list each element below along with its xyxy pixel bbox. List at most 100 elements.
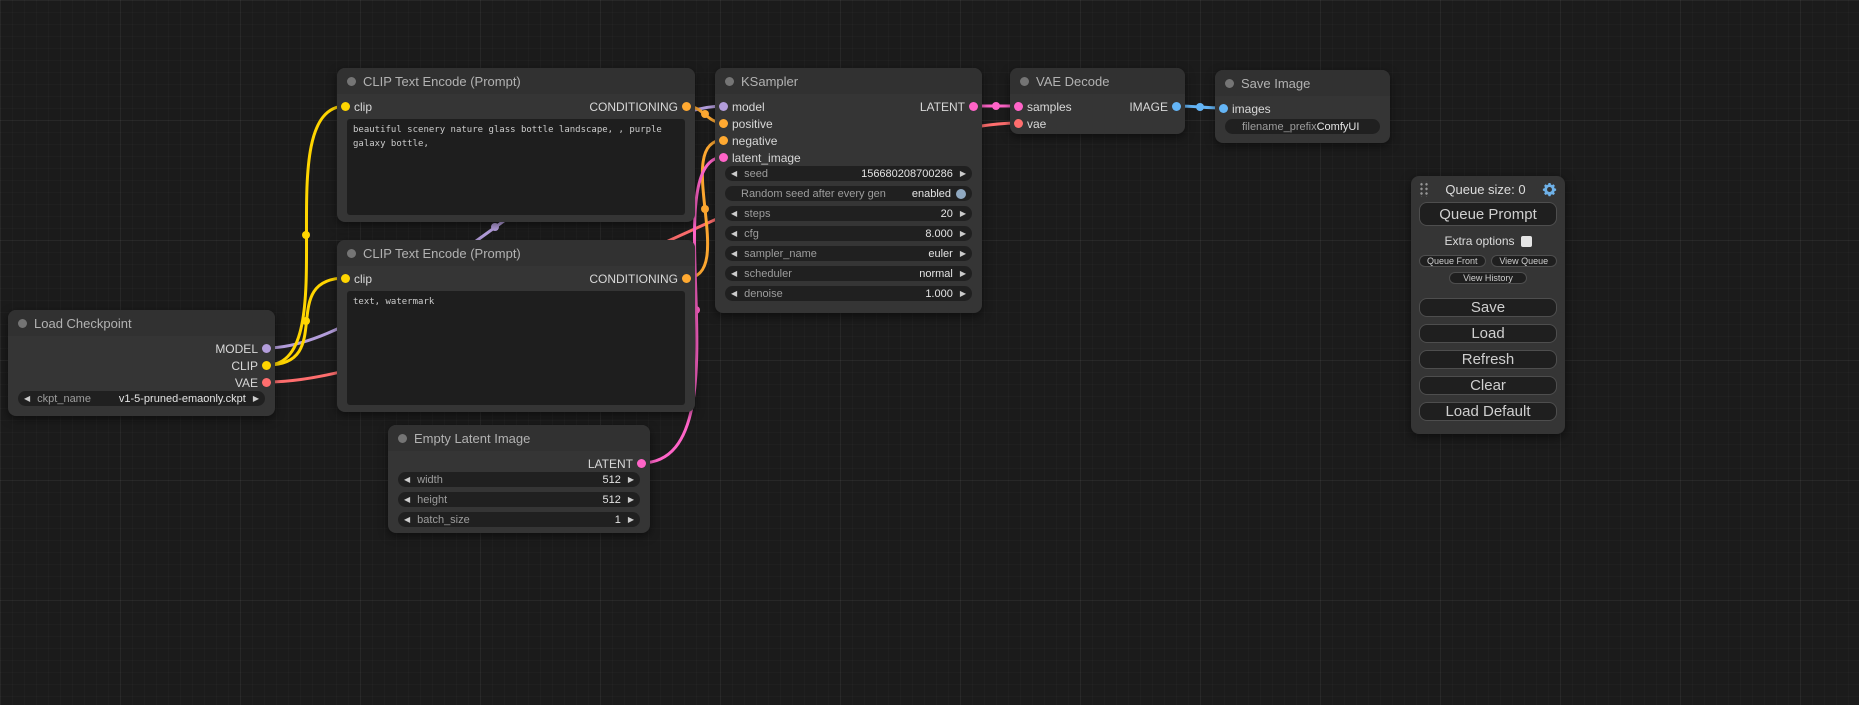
node-ksampler[interactable]: KSampler model LATENT positive negative … xyxy=(715,68,982,313)
node-clip-text-encode-negative[interactable]: CLIP Text Encode (Prompt) clip CONDITION… xyxy=(337,240,695,412)
vae-decode-titlebar[interactable]: VAE Decode xyxy=(1010,68,1185,94)
load-checkpoint-titlebar[interactable]: Load Checkpoint xyxy=(8,310,275,336)
conditioning-slot-dot[interactable] xyxy=(682,274,691,283)
decrement-arrow-icon[interactable]: ◀ xyxy=(404,476,410,484)
node-load-checkpoint[interactable]: Load Checkpoint MODEL CLIP VAE ◀ ckpt_na… xyxy=(8,310,275,416)
positive-prompt-textarea[interactable]: beautiful scenery nature glass bottle la… xyxy=(347,119,685,215)
height-widget[interactable]: ◀ height 512 ▶ xyxy=(398,492,640,507)
sampler-name-widget[interactable]: ◀ sampler_name euler ▶ xyxy=(725,246,972,261)
vae-slot-dot[interactable] xyxy=(262,378,271,387)
clip-encode-positive-titlebar[interactable]: CLIP Text Encode (Prompt) xyxy=(337,68,695,94)
conditioning-slot-dot[interactable] xyxy=(719,119,728,128)
steps-widget[interactable]: ◀ steps 20 ▶ xyxy=(725,206,972,221)
input-slot-latent-image[interactable]: latent_image xyxy=(715,149,801,166)
collapse-dot-icon[interactable] xyxy=(18,319,27,328)
node-graph-canvas[interactable]: Load Checkpoint MODEL CLIP VAE ◀ ckpt_na… xyxy=(0,0,1859,705)
latent-slot-dot[interactable] xyxy=(637,459,646,468)
output-slot-image[interactable]: IMAGE xyxy=(1129,98,1185,115)
increment-arrow-icon[interactable]: ▶ xyxy=(628,476,634,484)
latent-slot-dot[interactable] xyxy=(719,153,728,162)
input-slot-samples[interactable]: samples xyxy=(1010,98,1072,115)
decrement-arrow-icon[interactable]: ◀ xyxy=(24,395,30,403)
vae-slot-dot[interactable] xyxy=(1014,119,1023,128)
settings-gear-icon[interactable] xyxy=(1542,182,1557,197)
increment-arrow-icon[interactable]: ▶ xyxy=(960,170,966,178)
save-image-titlebar[interactable]: Save Image xyxy=(1215,70,1390,96)
collapse-dot-icon[interactable] xyxy=(725,77,734,86)
output-slot-model[interactable]: MODEL xyxy=(215,340,275,357)
load-default-button[interactable]: Load Default xyxy=(1419,402,1557,421)
cfg-widget[interactable]: ◀ cfg 8.000 ▶ xyxy=(725,226,972,241)
decrement-arrow-icon[interactable]: ◀ xyxy=(731,250,737,258)
batch-size-widget[interactable]: ◀ batch_size 1 ▶ xyxy=(398,512,640,527)
increment-arrow-icon[interactable]: ▶ xyxy=(960,290,966,298)
latent-slot-dot[interactable] xyxy=(969,102,978,111)
ckpt-name-widget[interactable]: ◀ ckpt_name v1-5-pruned-emaonly.ckpt ▶ xyxy=(18,391,265,406)
increment-arrow-icon[interactable]: ▶ xyxy=(960,250,966,258)
latent-slot-dot[interactable] xyxy=(1014,102,1023,111)
seed-widget[interactable]: ◀ seed 156680208700286 ▶ xyxy=(725,166,972,181)
output-slot-latent[interactable]: LATENT xyxy=(920,98,982,115)
collapse-dot-icon[interactable] xyxy=(347,77,356,86)
load-button[interactable]: Load xyxy=(1419,324,1557,343)
refresh-button[interactable]: Refresh xyxy=(1419,350,1557,369)
view-queue-button[interactable]: View Queue xyxy=(1491,255,1558,267)
ksampler-titlebar[interactable]: KSampler xyxy=(715,68,982,94)
decrement-arrow-icon[interactable]: ◀ xyxy=(731,270,737,278)
decrement-arrow-icon[interactable]: ◀ xyxy=(731,290,737,298)
increment-arrow-icon[interactable]: ▶ xyxy=(628,496,634,504)
decrement-arrow-icon[interactable]: ◀ xyxy=(404,516,410,524)
random-seed-toggle-widget[interactable]: Random seed after every gen enabled xyxy=(725,186,972,201)
increment-arrow-icon[interactable]: ▶ xyxy=(253,395,259,403)
increment-arrow-icon[interactable]: ▶ xyxy=(628,516,634,524)
collapse-dot-icon[interactable] xyxy=(398,434,407,443)
input-slot-clip[interactable]: clip xyxy=(337,270,372,287)
node-clip-text-encode-positive[interactable]: CLIP Text Encode (Prompt) clip CONDITION… xyxy=(337,68,695,222)
clip-slot-dot[interactable] xyxy=(341,102,350,111)
output-slot-latent[interactable]: LATENT xyxy=(588,455,650,472)
clear-button[interactable]: Clear xyxy=(1419,376,1557,395)
output-slot-clip[interactable]: CLIP xyxy=(231,357,275,374)
input-slot-negative[interactable]: negative xyxy=(715,132,777,149)
negative-prompt-textarea[interactable]: text, watermark xyxy=(347,291,685,405)
queue-front-button[interactable]: Queue Front xyxy=(1419,255,1486,267)
collapse-dot-icon[interactable] xyxy=(1225,79,1234,88)
scheduler-widget[interactable]: ◀ scheduler normal ▶ xyxy=(725,266,972,281)
clip-encode-negative-titlebar[interactable]: CLIP Text Encode (Prompt) xyxy=(337,240,695,266)
drag-handle-icon[interactable] xyxy=(1419,181,1429,197)
increment-arrow-icon[interactable]: ▶ xyxy=(960,210,966,218)
image-slot-dot[interactable] xyxy=(1172,102,1181,111)
decrement-arrow-icon[interactable]: ◀ xyxy=(731,170,737,178)
input-slot-positive[interactable]: positive xyxy=(715,115,773,132)
width-widget[interactable]: ◀ width 512 ▶ xyxy=(398,472,640,487)
decrement-arrow-icon[interactable]: ◀ xyxy=(404,496,410,504)
queue-prompt-button[interactable]: Queue Prompt xyxy=(1419,202,1557,226)
save-button[interactable]: Save xyxy=(1419,298,1557,317)
node-empty-latent-image[interactable]: Empty Latent Image LATENT ◀ width 512 ▶ … xyxy=(388,425,650,533)
increment-arrow-icon[interactable]: ▶ xyxy=(960,270,966,278)
node-vae-decode[interactable]: VAE Decode samples IMAGE vae xyxy=(1010,68,1185,134)
clip-slot-dot[interactable] xyxy=(341,274,350,283)
node-save-image[interactable]: Save Image images filename_prefix ComfyU… xyxy=(1215,70,1390,143)
filename-prefix-widget[interactable]: filename_prefix ComfyUI xyxy=(1225,119,1380,134)
model-slot-dot[interactable] xyxy=(719,102,728,111)
view-history-button[interactable]: View History xyxy=(1449,272,1527,284)
empty-latent-titlebar[interactable]: Empty Latent Image xyxy=(388,425,650,451)
collapse-dot-icon[interactable] xyxy=(347,249,356,258)
model-slot-dot[interactable] xyxy=(262,344,271,353)
input-slot-model[interactable]: model xyxy=(715,98,765,115)
output-slot-conditioning[interactable]: CONDITIONING xyxy=(589,98,695,115)
output-slot-conditioning[interactable]: CONDITIONING xyxy=(589,270,695,287)
input-slot-vae[interactable]: vae xyxy=(1010,115,1046,132)
comfy-menu-panel[interactable]: Queue size: 0 Queue Prompt Extra options… xyxy=(1411,176,1565,434)
decrement-arrow-icon[interactable]: ◀ xyxy=(731,230,737,238)
denoise-widget[interactable]: ◀ denoise 1.000 ▶ xyxy=(725,286,972,301)
extra-options-checkbox[interactable] xyxy=(1521,236,1532,247)
toggle-indicator-icon[interactable] xyxy=(956,189,966,199)
output-slot-vae[interactable]: VAE xyxy=(235,374,275,391)
conditioning-slot-dot[interactable] xyxy=(682,102,691,111)
increment-arrow-icon[interactable]: ▶ xyxy=(960,230,966,238)
collapse-dot-icon[interactable] xyxy=(1020,77,1029,86)
input-slot-clip[interactable]: clip xyxy=(337,98,372,115)
conditioning-slot-dot[interactable] xyxy=(719,136,728,145)
